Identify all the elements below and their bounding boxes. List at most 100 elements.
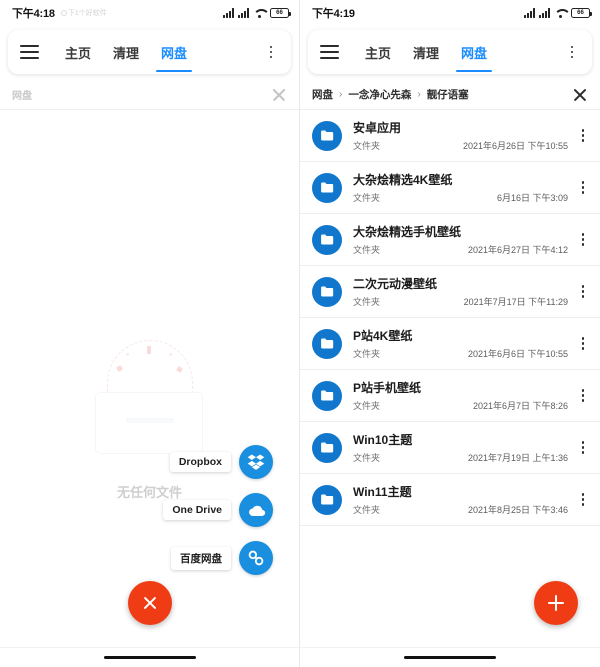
baidu-netdisk-icon[interactable] [239, 541, 273, 575]
gesture-navigation-bar [300, 647, 600, 667]
empty-illustration-icon [95, 340, 205, 460]
status-icons: 66 [223, 8, 289, 18]
onedrive-icon[interactable] [239, 493, 273, 527]
app-bar-container: 主页 清理 网盘 [300, 26, 600, 80]
row-overflow-icon[interactable] [574, 174, 592, 202]
app-bar: 主页 清理 网盘 [8, 30, 291, 74]
hamburger-icon[interactable] [320, 45, 339, 59]
folder-icon [312, 277, 342, 307]
row-overflow-icon[interactable] [574, 486, 592, 514]
tab-home[interactable]: 主页 [365, 30, 391, 74]
row-overflow-icon[interactable] [574, 330, 592, 358]
breadcrumb-separator: › [417, 89, 420, 100]
file-type: 文件夹 [353, 451, 380, 464]
file-meta: 文件夹2021年7月17日 下午11:29 [353, 295, 574, 308]
row-overflow-icon[interactable] [574, 122, 592, 150]
gesture-navigation-bar [0, 647, 299, 667]
file-date: 6月16日 下午3:09 [497, 191, 574, 204]
wifi-icon [253, 8, 266, 18]
gesture-pill[interactable] [104, 656, 196, 659]
provider-onedrive[interactable]: One Drive [163, 493, 273, 527]
breadcrumb-item-root[interactable]: 网盘 [312, 87, 333, 102]
table-row[interactable]: 大杂烩精选4K壁纸文件夹6月16日 下午3:09 [300, 162, 600, 214]
breadcrumb-separator: › [339, 89, 342, 100]
breadcrumb-items: 网盘 › 一念净心先森 › 靓仔语塞 [312, 87, 469, 102]
dual-screenshot-container: 下午4:18 下1个好软件 66 主页 清理 [0, 0, 600, 667]
table-row[interactable]: Win10主题文件夹2021年7月19日 上午1:36 [300, 422, 600, 474]
file-list[interactable]: 安卓应用文件夹2021年6月26日 下午10:55大杂烩精选4K壁纸文件夹6月1… [300, 110, 600, 647]
row-overflow-icon[interactable] [574, 434, 592, 462]
file-info: Win11主题文件夹2021年8月25日 下午3:46 [353, 483, 574, 516]
watermark-dot-icon [61, 10, 67, 16]
table-row[interactable]: P站4K壁纸文件夹 2021年6月6日 下午10:55 [300, 318, 600, 370]
close-icon[interactable] [572, 87, 588, 103]
gesture-pill[interactable] [404, 656, 496, 659]
signal-bars-2-icon [539, 8, 550, 18]
tab-netdisk[interactable]: 网盘 [161, 30, 187, 74]
breadcrumb-item-1[interactable]: 一念净心先森 [348, 87, 411, 102]
file-name: P站手机壁纸 [353, 379, 574, 396]
row-overflow-icon[interactable] [574, 278, 592, 306]
breadcrumb-item-2[interactable]: 靓仔语塞 [427, 87, 469, 102]
file-info: 大杂烩精选手机壁纸文件夹2021年6月27日 下午4:12 [353, 223, 574, 256]
watermark: 下1个好软件 [61, 8, 107, 18]
folder-icon [312, 121, 342, 151]
hamburger-icon[interactable] [20, 45, 39, 59]
file-type: 文件夹 [353, 347, 380, 360]
provider-baidu-netdisk[interactable]: 百度网盘 [171, 541, 273, 575]
file-type: 文件夹 [353, 399, 380, 412]
tab-bar: 主页 清理 网盘 [365, 30, 487, 74]
file-type: 文件夹 [353, 295, 380, 308]
table-row[interactable]: P站手机壁纸文件夹2021年6月7日 下午8:26 [300, 370, 600, 422]
kebab-menu-icon[interactable] [263, 43, 279, 61]
status-icons: 66 [524, 8, 590, 18]
folder-icon [312, 329, 342, 359]
table-row[interactable]: 安卓应用文件夹2021年6月26日 下午10:55 [300, 110, 600, 162]
status-time: 下午4:19 [312, 5, 355, 21]
table-row[interactable]: Win11主题文件夹2021年8月25日 下午3:46 [300, 474, 600, 526]
file-meta: 文件夹2021年7月19日 上午1:36 [353, 451, 574, 464]
file-meta: 文件夹2021年6月27日 下午4:12 [353, 243, 574, 256]
tab-clean[interactable]: 清理 [413, 30, 439, 74]
panel-header: 网盘 [0, 80, 299, 110]
folder-icon [312, 225, 342, 255]
dropbox-icon[interactable] [239, 445, 273, 479]
status-time: 下午4:18 [12, 5, 55, 21]
file-name: 大杂烩精选4K壁纸 [353, 171, 574, 188]
status-bar: 下午4:19 66 [300, 0, 600, 26]
folder-icon [312, 485, 342, 515]
table-row[interactable]: 大杂烩精选手机壁纸文件夹2021年6月27日 下午4:12 [300, 214, 600, 266]
file-name: 大杂烩精选手机壁纸 [353, 223, 574, 240]
app-bar: 主页 清理 网盘 [308, 30, 592, 74]
wifi-icon [554, 8, 567, 18]
row-overflow-icon[interactable] [574, 226, 592, 254]
tab-home[interactable]: 主页 [65, 30, 91, 74]
tab-clean[interactable]: 清理 [113, 30, 139, 74]
file-name: P站4K壁纸 [353, 327, 574, 344]
file-type: 文件夹 [353, 139, 380, 152]
file-date: 2021年6月26日 下午10:55 [463, 139, 574, 152]
right-screen: 下午4:19 66 主页 清理 网盘 [300, 0, 600, 667]
provider-onedrive-label: One Drive [163, 500, 231, 520]
close-icon[interactable] [271, 87, 287, 103]
file-info: 二次元动漫壁纸文件夹2021年7月17日 下午11:29 [353, 275, 574, 308]
file-meta: 文件夹2021年8月25日 下午3:46 [353, 503, 574, 516]
kebab-menu-icon[interactable] [564, 43, 580, 61]
tab-netdisk[interactable]: 网盘 [461, 30, 487, 74]
watermark-text: 下1个好软件 [68, 8, 107, 18]
plus-icon [548, 595, 564, 611]
panel-title: 网盘 [12, 87, 32, 102]
add-fab-button[interactable] [534, 581, 578, 625]
status-bar: 下午4:18 下1个好软件 66 [0, 0, 299, 26]
close-fab-button[interactable] [128, 581, 172, 625]
provider-baidu-netdisk-label: 百度网盘 [171, 547, 231, 570]
battery-icon: 66 [270, 8, 289, 18]
row-overflow-icon[interactable] [574, 382, 592, 410]
table-row[interactable]: 二次元动漫壁纸文件夹2021年7月17日 下午11:29 [300, 266, 600, 318]
breadcrumb: 网盘 › 一念净心先森 › 靓仔语塞 [300, 80, 600, 110]
file-date: 2021年8月25日 下午3:46 [468, 503, 574, 516]
provider-dropbox[interactable]: Dropbox [170, 445, 273, 479]
file-date: 2021年6月6日 下午10:55 [468, 347, 574, 360]
file-meta: 文件夹2021年6月7日 下午8:26 [353, 399, 574, 412]
folder-icon [312, 381, 342, 411]
